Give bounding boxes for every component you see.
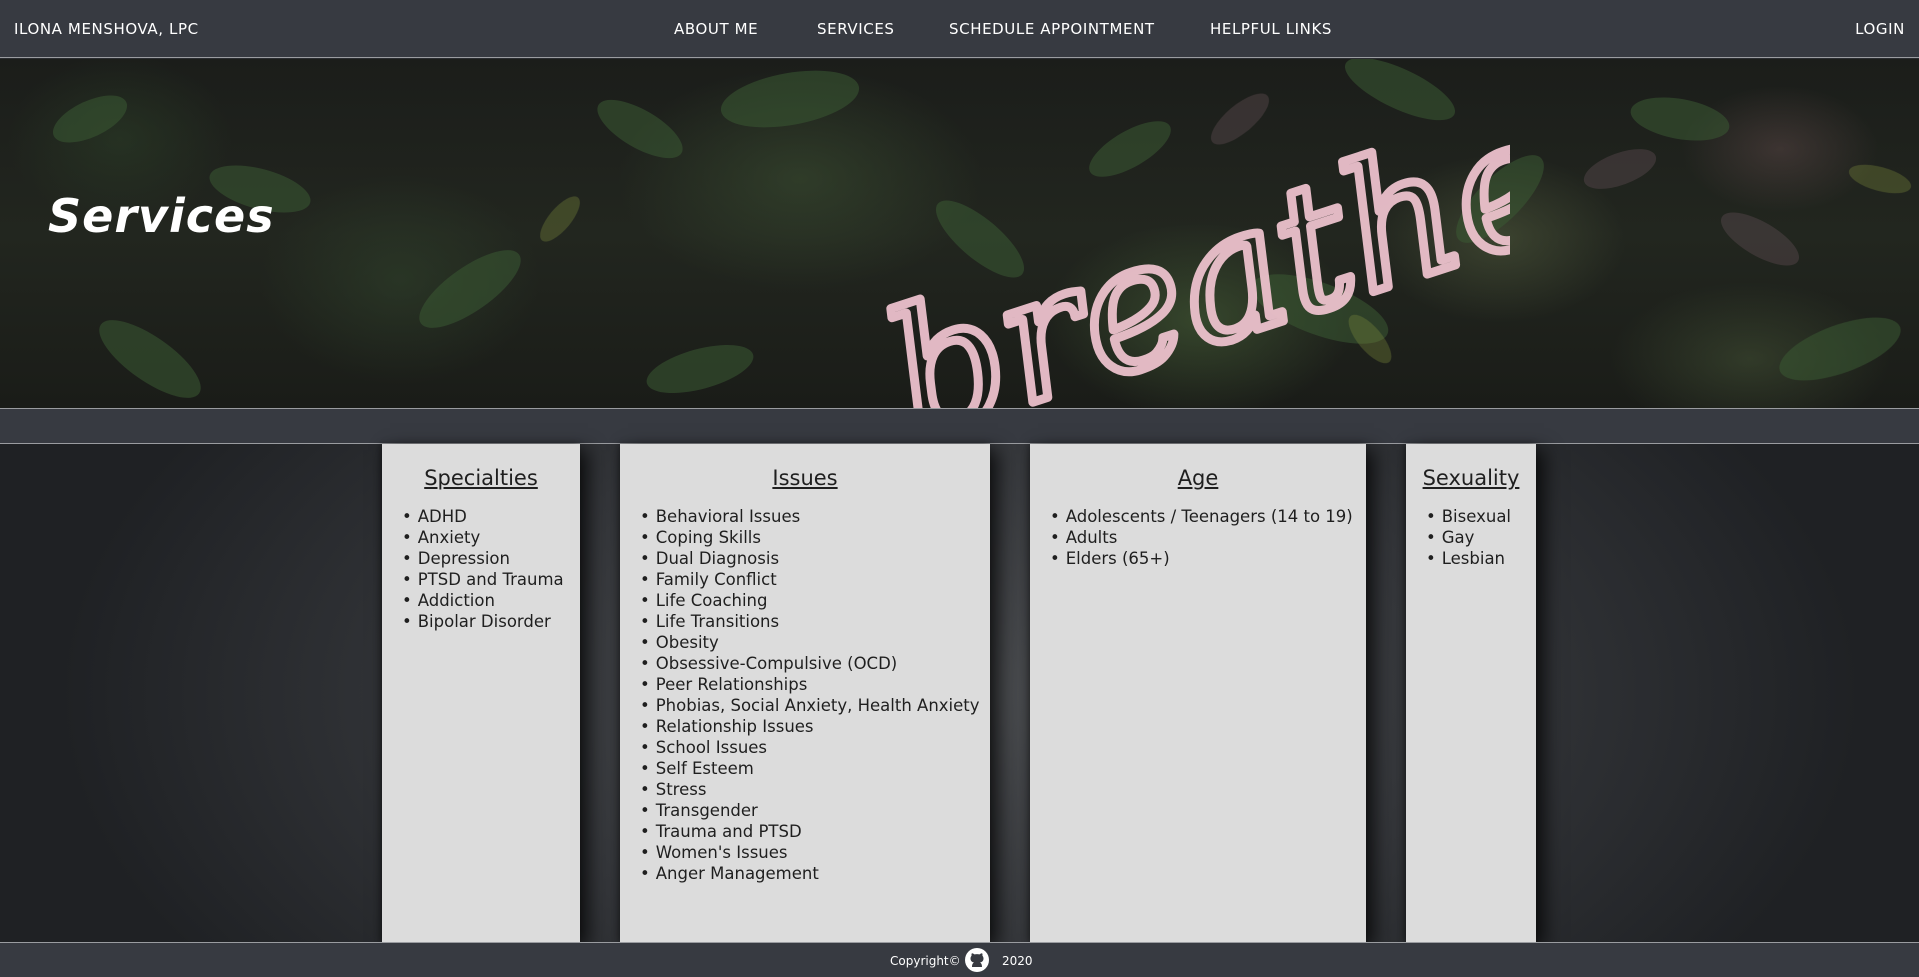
list-item: Coping Skills: [640, 527, 990, 548]
specialties-heading: Specialties: [424, 466, 538, 490]
issues-heading: Issues: [772, 466, 838, 490]
specialties-card: Specialties ADHD Anxiety Depression PTSD…: [382, 444, 580, 942]
list-item: Gay: [1426, 527, 1536, 548]
list-item: Life Transitions: [640, 611, 990, 632]
list-item: Life Coaching: [640, 590, 990, 611]
list-item: Women's Issues: [640, 842, 990, 863]
github-icon[interactable]: [964, 947, 990, 973]
list-item: Adults: [1050, 527, 1366, 548]
list-item: Stress: [640, 779, 990, 800]
issues-card: Issues Behavioral Issues Coping Skills D…: [620, 444, 990, 942]
age-heading: Age: [1177, 466, 1219, 490]
list-item: Bipolar Disorder: [402, 611, 580, 632]
top-navbar: ILONA MENSHOVA, LPC ABOUT ME SERVICES SC…: [0, 0, 1919, 58]
copyright-year: 2020: [1002, 954, 1033, 968]
copyright-text: Copyright©: [890, 954, 961, 968]
sexuality-card: Sexuality Bisexual Gay Lesbian: [1406, 444, 1536, 942]
list-item: Peer Relationships: [640, 674, 990, 695]
footer: Copyright© 2020: [0, 942, 1919, 977]
list-item: Behavioral Issues: [640, 506, 990, 527]
list-item: Obesity: [640, 632, 990, 653]
list-item: Anger Management: [640, 863, 990, 884]
list-item: Phobias, Social Anxiety, Health Anxiety: [640, 695, 990, 716]
list-item: PTSD and Trauma: [402, 569, 580, 590]
list-item: Anxiety: [402, 527, 580, 548]
list-item: Addiction: [402, 590, 580, 611]
age-card: Age Adolescents / Teenagers (14 to 19) A…: [1030, 444, 1366, 942]
sexuality-list: Bisexual Gay Lesbian: [1406, 506, 1536, 569]
neon-text: breathe: [865, 74, 1510, 408]
nav-helpful-links[interactable]: HELPFUL LINKS: [1210, 20, 1332, 38]
divider-strip: [0, 408, 1919, 444]
nav-schedule-appointment[interactable]: SCHEDULE APPOINTMENT: [949, 20, 1155, 38]
sexuality-heading: Sexuality: [1422, 466, 1520, 490]
list-item: Relationship Issues: [640, 716, 990, 737]
page-title: Services: [48, 189, 275, 243]
nav-about-me[interactable]: ABOUT ME: [674, 20, 758, 38]
list-item: Transgender: [640, 800, 990, 821]
list-item: Bisexual: [1426, 506, 1536, 527]
issues-list: Behavioral Issues Coping Skills Dual Dia…: [620, 506, 990, 884]
list-item: Dual Diagnosis: [640, 548, 990, 569]
breathe-neon-sign: breathe: [860, 70, 1510, 408]
specialties-list: ADHD Anxiety Depression PTSD and Trauma …: [382, 506, 580, 632]
hero-banner: Services breathe: [0, 59, 1919, 408]
list-item: Trauma and PTSD: [640, 821, 990, 842]
nav-services[interactable]: SERVICES: [817, 20, 895, 38]
list-item: Lesbian: [1426, 548, 1536, 569]
list-item: Self Esteem: [640, 758, 990, 779]
services-content: Specialties ADHD Anxiety Depression PTSD…: [0, 444, 1919, 942]
list-item: Elders (65+): [1050, 548, 1366, 569]
list-item: Family Conflict: [640, 569, 990, 590]
nav-links: ABOUT ME SERVICES SCHEDULE APPOINTMENT H…: [0, 20, 1919, 40]
list-item: Obsessive-Compulsive (OCD): [640, 653, 990, 674]
age-list: Adolescents / Teenagers (14 to 19) Adult…: [1030, 506, 1366, 569]
list-item: Adolescents / Teenagers (14 to 19): [1050, 506, 1366, 527]
list-item: ADHD: [402, 506, 580, 527]
list-item: School Issues: [640, 737, 990, 758]
login-link[interactable]: LOGIN: [1855, 20, 1905, 38]
list-item: Depression: [402, 548, 580, 569]
